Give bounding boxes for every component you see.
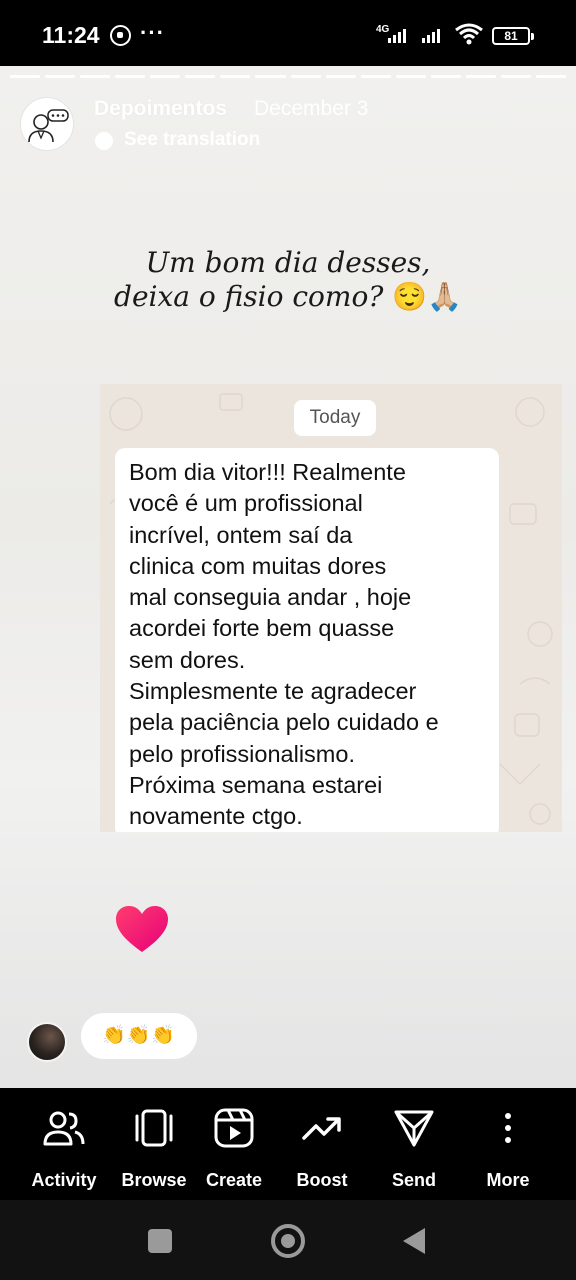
back-button[interactable]	[403, 1228, 425, 1254]
story-view[interactable]: Depoimentos December 3 See translation U…	[0, 66, 576, 1088]
whatsapp-icon	[110, 25, 131, 46]
battery-level: 81	[504, 29, 518, 43]
send-icon	[394, 1110, 434, 1147]
reaction-bubble: 👏👏👏	[81, 1013, 197, 1059]
more-dots-icon: ···	[140, 20, 165, 45]
account-name[interactable]: Depoimentos	[94, 97, 227, 121]
activity-icon	[43, 1111, 85, 1146]
caption-line-2: deixa o fisio como? 😌🙏🏼	[0, 280, 576, 314]
signal-icon	[422, 27, 440, 43]
story-progress-bar	[10, 75, 566, 78]
create-icon	[214, 1108, 254, 1148]
signal-icon	[388, 27, 406, 43]
message-bubble: Bom dia vitor!!! Realmente você é um pro…	[115, 448, 499, 832]
create-label: Create	[205, 1170, 263, 1190]
see-translation-link[interactable]: See translation	[124, 129, 260, 151]
caption-emoji: 😌🙏🏼	[392, 280, 462, 313]
activity-label: Activity	[31, 1170, 97, 1190]
home-button[interactable]	[271, 1224, 305, 1258]
send-button[interactable]: Send	[376, 1088, 452, 1200]
post-date: December 3	[254, 97, 369, 120]
more-button[interactable]: More	[470, 1088, 546, 1200]
boost-button[interactable]: Boost	[284, 1088, 360, 1200]
story-caption: Um bom dia desses, deixa o fisio como? 😌…	[0, 246, 576, 314]
caption-line-1: Um bom dia desses,	[145, 246, 431, 279]
story-action-bar: Activity Browse Create Boost Send More	[0, 1088, 576, 1200]
create-button[interactable]: Create	[196, 1088, 272, 1200]
send-label: Send	[391, 1170, 436, 1190]
browse-button[interactable]: Browse	[116, 1088, 192, 1200]
date-chip: Today	[294, 400, 376, 436]
activity-button[interactable]: Activity	[26, 1088, 102, 1200]
commenter-avatar[interactable]	[27, 1022, 67, 1062]
caption-text: deixa o fisio como?	[114, 280, 393, 313]
wifi-icon	[455, 23, 483, 45]
battery-icon: 81	[492, 27, 534, 45]
recent-apps-button[interactable]	[148, 1229, 172, 1253]
user-review-icon	[28, 109, 69, 143]
more-label: More	[486, 1170, 530, 1190]
chat-screenshot: Today Bom dia vitor!!! Realmente você é …	[100, 384, 562, 832]
translate-icon	[95, 132, 113, 150]
account-avatar[interactable]	[20, 97, 74, 151]
more-icon	[505, 1113, 511, 1143]
boost-icon	[302, 1117, 341, 1140]
android-nav-bar	[0, 1200, 576, 1280]
browse-icon	[135, 1109, 173, 1147]
status-bar: 11:24 ··· 4G 81	[0, 0, 576, 66]
boost-label: Boost	[296, 1170, 348, 1190]
heart-icon[interactable]	[114, 904, 170, 954]
browse-label: Browse	[121, 1170, 187, 1190]
status-time: 11:24	[42, 22, 100, 48]
